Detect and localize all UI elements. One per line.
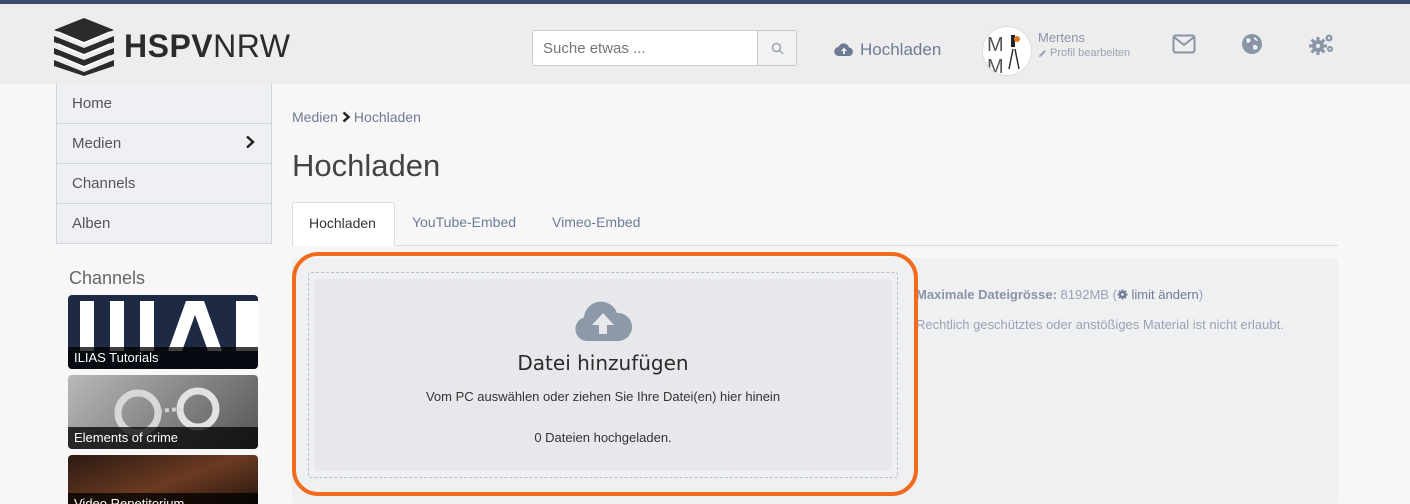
svg-text:M: M bbox=[987, 34, 1004, 56]
settings-button[interactable] bbox=[1308, 32, 1336, 61]
tab-label: Vimeo-Embed bbox=[552, 214, 641, 230]
pencil-icon bbox=[1039, 49, 1046, 57]
sidebar-item-label: Home bbox=[72, 95, 113, 112]
tab-vimeo-embed[interactable]: Vimeo-Embed bbox=[536, 202, 656, 246]
gears-icon bbox=[1309, 34, 1333, 55]
tab-hochladen[interactable]: Hochladen bbox=[292, 202, 395, 246]
upload-link-label: Hochladen bbox=[860, 40, 942, 59]
breadcrumb-medien-link[interactable]: Medien bbox=[292, 109, 338, 125]
max-filesize-label: Maximale Dateigrösse: bbox=[916, 287, 1057, 302]
sidebar-item-alben[interactable]: Alben bbox=[56, 204, 272, 244]
sidebar-item-channels[interactable]: Channels bbox=[56, 164, 272, 204]
sidebar-item-home[interactable]: Home bbox=[56, 84, 272, 124]
chevron-right-icon bbox=[246, 135, 255, 149]
tab-label: Hochladen bbox=[309, 215, 376, 231]
search-input[interactable] bbox=[532, 30, 759, 66]
search-icon bbox=[771, 42, 784, 55]
channels-heading: Channels bbox=[69, 268, 146, 288]
svg-text:M: M bbox=[987, 56, 1004, 76]
max-filesize-value: 8192MB bbox=[1060, 287, 1109, 302]
sidebar: Home Medien Channels Alben Channels ILIA… bbox=[56, 84, 272, 504]
change-limit-link[interactable]: limit ändern bbox=[1132, 287, 1199, 302]
tab-label: YouTube-Embed bbox=[412, 214, 517, 230]
avatar[interactable]: M M bbox=[982, 26, 1032, 76]
logo-text: HSPVNRW bbox=[124, 27, 291, 64]
channel-caption: Elements of crime bbox=[68, 427, 258, 449]
highlight-annotation bbox=[292, 252, 918, 496]
user-avatar-icon: M M bbox=[987, 34, 1020, 76]
profile-edit-link[interactable]: Profil bearbeiten bbox=[1038, 47, 1130, 59]
copyright-notice: Rechtlich geschütztes oder anstößiges Ma… bbox=[916, 317, 1284, 332]
user-name[interactable]: Mertens bbox=[1038, 30, 1085, 45]
stacked-books-logo-icon bbox=[54, 18, 114, 76]
channel-caption: Video Repetitorium bbox=[68, 493, 258, 504]
search-bar bbox=[532, 30, 797, 66]
gear-icon bbox=[1117, 289, 1128, 300]
breadcrumb-current: Hochladen bbox=[353, 109, 421, 125]
messages-button[interactable] bbox=[1172, 34, 1196, 59]
search-button[interactable] bbox=[758, 30, 797, 66]
page-title: Hochladen bbox=[292, 148, 441, 183]
upload-link[interactable]: Hochladen bbox=[834, 40, 941, 60]
channel-thumbnail-elements-of-crime[interactable]: Elements of crime bbox=[68, 375, 258, 449]
sidebar-item-medien[interactable]: Medien bbox=[56, 124, 272, 164]
tab-bar: Hochladen YouTube-Embed Vimeo-Embed bbox=[292, 202, 1338, 246]
envelope-icon bbox=[1172, 34, 1196, 54]
channel-caption: ILIAS Tutorials bbox=[68, 347, 258, 369]
language-button[interactable] bbox=[1241, 33, 1263, 60]
sidebar-item-label: Medien bbox=[72, 135, 122, 152]
logo[interactable]: HSPVNRW bbox=[52, 16, 290, 76]
globe-icon bbox=[1242, 34, 1262, 54]
chevron-right-icon bbox=[342, 111, 351, 123]
tab-youtube-embed[interactable]: YouTube-Embed bbox=[396, 202, 532, 246]
sidebar-item-label: Channels bbox=[72, 175, 136, 192]
profile-edit-label: Profil bearbeiten bbox=[1050, 47, 1131, 59]
top-navbar: HSPVNRW Hochladen M M Mertens bbox=[0, 0, 1410, 84]
breadcrumb: Medien Hochladen bbox=[292, 109, 421, 125]
channel-thumbnail-ilias-tutorials[interactable]: ILIAS Tutorials bbox=[68, 295, 258, 369]
cloud-upload-icon bbox=[834, 43, 853, 57]
max-filesize-info: Maximale Dateigrösse: 8192MB ( limit änd… bbox=[916, 287, 1204, 302]
sidebar-item-label: Alben bbox=[72, 215, 111, 232]
channel-thumbnail-video-repetitorium[interactable]: Video Repetitorium bbox=[68, 455, 258, 504]
